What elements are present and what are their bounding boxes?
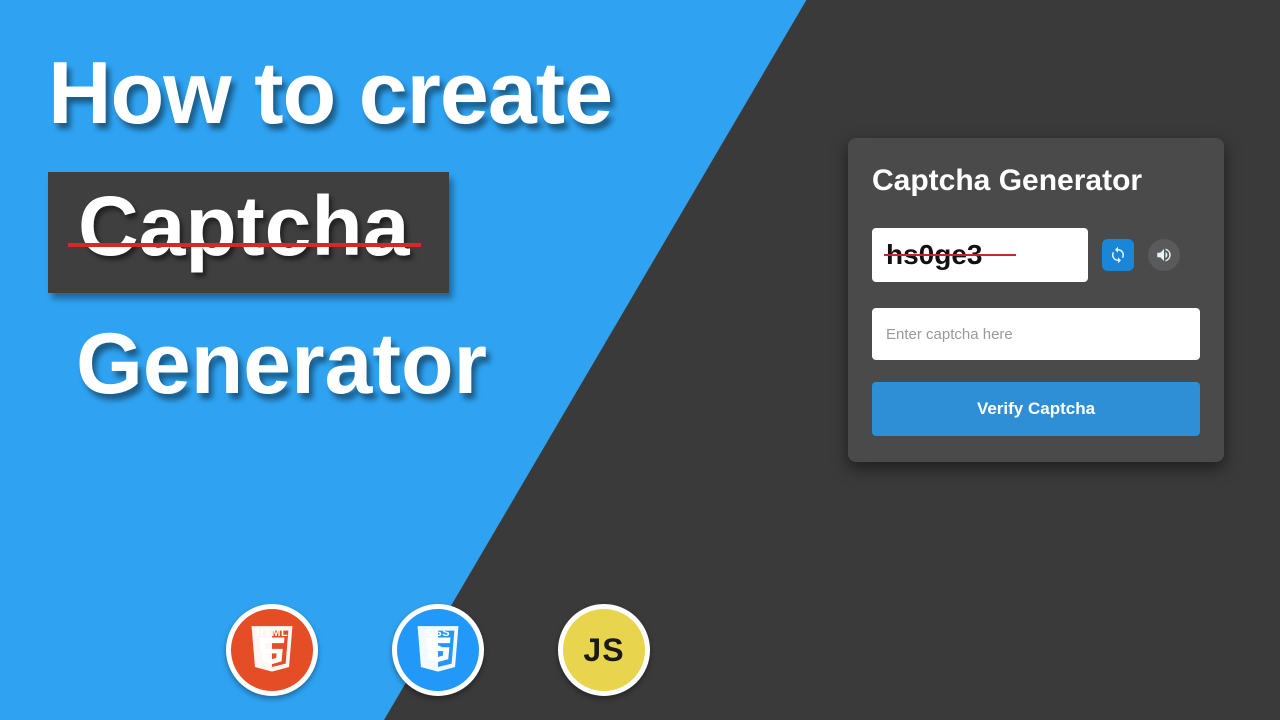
- hero-boxed-text: Captcha: [78, 179, 409, 273]
- css3-badge-label: CSS: [426, 627, 450, 639]
- html5-badge-label: HTML: [256, 627, 289, 639]
- js-badge: JS: [558, 604, 650, 696]
- verify-captcha-button[interactable]: Verify Captcha: [872, 382, 1200, 436]
- strikethrough-line: [68, 243, 421, 247]
- refresh-captcha-button[interactable]: [1102, 239, 1134, 271]
- captcha-input-row: [872, 308, 1200, 360]
- captcha-display: hs0ge3: [872, 228, 1088, 282]
- tech-badges-row: HTML CSS JS: [226, 604, 650, 696]
- hero-title-block: How to create Captcha Generator: [48, 42, 612, 414]
- captcha-input[interactable]: [872, 308, 1200, 360]
- html5-badge: HTML: [226, 604, 318, 696]
- widget-title: Captcha Generator: [872, 164, 1200, 198]
- hero-line-3: Generator: [48, 315, 612, 414]
- speaker-icon: [1155, 246, 1173, 264]
- hero-line-1: How to create: [48, 42, 612, 144]
- css3-badge: CSS: [392, 604, 484, 696]
- refresh-icon: [1109, 246, 1127, 264]
- js-badge-label: JS: [583, 632, 624, 669]
- hero-boxed-word: Captcha: [48, 172, 449, 293]
- captcha-widget-card: Captcha Generator hs0ge3 Verify Captcha: [848, 138, 1224, 462]
- captcha-display-row: hs0ge3: [872, 228, 1200, 282]
- play-audio-button[interactable]: [1148, 239, 1180, 271]
- captcha-strikethrough: [884, 254, 1016, 256]
